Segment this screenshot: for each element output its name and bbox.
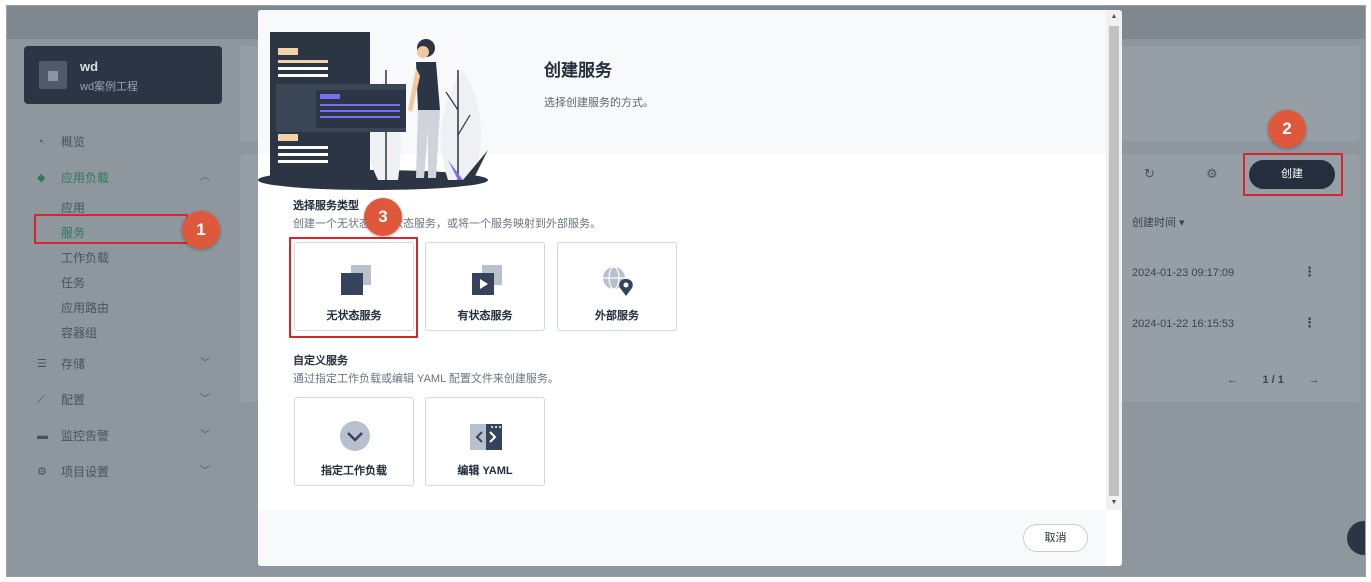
- prev-page-icon[interactable]: ←: [1227, 374, 1238, 386]
- card-label: 有状态服务: [457, 310, 513, 322]
- chevron-circle-icon: [340, 421, 370, 451]
- sidebar-nav: ◔ 概览 ◆ 应用负载 ︿ 应用 服务 工作负载 任务 应用路由 容器组 ☰ 存…: [24, 124, 222, 490]
- pagination[interactable]: ← 1 / 1 →: [1227, 374, 1319, 386]
- section-custom-desc: 通过指定工作负载或编辑 YAML 配置文件来创建服务。: [293, 373, 559, 385]
- highlight-box-create: [1243, 153, 1343, 196]
- chevron-up-icon: ︿: [200, 172, 210, 183]
- layers-icon: ◆: [37, 172, 46, 184]
- card-label: 指定工作负载: [321, 465, 387, 477]
- chevron-down-icon: ﹀: [200, 358, 210, 369]
- card-stateful-service[interactable]: 有状态服务: [425, 242, 545, 331]
- modal-header: 创建服务 选择创建服务的方式。: [258, 10, 1106, 190]
- sidebar-item-label: 监控告警: [61, 429, 110, 443]
- sidebar-item-label: 概览: [61, 135, 86, 149]
- scrollbar-thumb[interactable]: [1109, 26, 1119, 496]
- card-external-service[interactable]: 外部服务: [557, 242, 677, 331]
- chevron-down-icon: ﹀: [200, 466, 210, 477]
- database-icon: ☰: [37, 358, 47, 370]
- sidebar-item-workloads[interactable]: ◆ 应用负载 ︿: [24, 160, 222, 196]
- page-indicator: 1 / 1: [1262, 374, 1284, 386]
- section-service-type-desc: 创建一个无状态或有状态服务，或将一个服务映射到外部服务。: [293, 218, 601, 230]
- chevron-down-icon: ﹀: [200, 394, 210, 405]
- sidebar-subitem-jobs[interactable]: 任务: [24, 271, 222, 296]
- card-edit-yaml[interactable]: 编辑 YAML: [425, 397, 545, 486]
- modal-footer: 取消: [258, 510, 1106, 566]
- card-label: 编辑 YAML: [457, 465, 513, 477]
- sidebar-item-storage[interactable]: ☰ 存储 ﹀: [24, 346, 222, 382]
- monitor-icon: ▬: [37, 430, 48, 442]
- sidebar-item-project-settings[interactable]: ⚙ 项目设置 ﹀: [24, 454, 222, 490]
- screenshot-frame: wd wd案例工程 ◔ 概览 ◆ 应用负载 ︿ 应用 服务 工作负载 任务 应用…: [6, 5, 1366, 577]
- settings-icon: ⚙: [37, 466, 47, 478]
- modal-scrollbar[interactable]: ▲ ▼: [1106, 10, 1122, 510]
- row-created-time: 2024-01-23 09:17:09: [1132, 267, 1235, 279]
- row-more-menu-icon[interactable]: ⋮: [1303, 315, 1316, 331]
- header-illustration: [258, 32, 488, 190]
- section-service-type-title: 选择服务类型: [293, 200, 359, 212]
- project-description: wd案例工程: [80, 81, 139, 93]
- create-service-modal: 创建服务 选择创建服务的方式。 选择服务类型 创建一个无状态或有状态服务，或将一…: [258, 10, 1122, 566]
- row-created-time: 2024-01-22 16:15:53: [1132, 318, 1235, 330]
- sidebar-subitem-pods[interactable]: 容器组: [24, 321, 222, 346]
- refresh-icon[interactable]: ↻: [1144, 166, 1155, 182]
- column-header-created[interactable]: 创建时间 ▾: [1132, 214, 1185, 230]
- cancel-button[interactable]: 取消: [1023, 524, 1088, 552]
- sidebar-subitem-routes[interactable]: 应用路由: [24, 296, 222, 321]
- row-more-menu-icon[interactable]: ⋮: [1303, 264, 1316, 280]
- next-page-icon[interactable]: →: [1308, 374, 1319, 386]
- scroll-down-icon[interactable]: ▼: [1106, 496, 1122, 510]
- sidebar-item-label: 存储: [61, 357, 86, 371]
- modal-subtitle: 选择创建服务的方式。: [544, 97, 654, 109]
- section-custom-title: 自定义服务: [293, 355, 348, 367]
- sidebar-item-label: 项目设置: [61, 465, 110, 479]
- code-file-icon: [470, 424, 502, 450]
- gear-icon[interactable]: ⚙: [1206, 166, 1218, 182]
- sidebar-item-label: 应用负载: [61, 171, 110, 185]
- sidebar-item-overview[interactable]: ◔ 概览: [24, 124, 222, 160]
- step-marker-1: 1: [182, 211, 220, 249]
- highlight-box-services: [34, 214, 188, 244]
- project-logo-icon: [39, 61, 67, 89]
- scroll-up-icon[interactable]: ▲: [1106, 10, 1122, 24]
- sidebar-item-monitoring[interactable]: ▬ 监控告警 ﹀: [24, 418, 222, 454]
- step-marker-3: 3: [364, 198, 402, 236]
- project-name: wd: [80, 59, 99, 74]
- wrench-icon: ⟋: [37, 394, 45, 406]
- globe-pin-icon: [603, 266, 633, 296]
- highlight-box-stateless: [289, 237, 418, 338]
- chevron-down-icon: ﹀: [200, 430, 210, 441]
- dashboard-icon: ◔: [37, 136, 44, 148]
- sidebar-item-label: 配置: [61, 393, 86, 407]
- sidebar-subitem-workloads[interactable]: 工作负载: [24, 246, 222, 271]
- modal-title: 创建服务: [544, 61, 612, 80]
- card-specify-workload[interactable]: 指定工作负载: [294, 397, 414, 486]
- card-label: 外部服务: [595, 310, 639, 322]
- step-marker-2: 2: [1268, 110, 1306, 148]
- sidebar-item-config[interactable]: ⟋ 配置 ﹀: [24, 382, 222, 418]
- project-card[interactable]: wd wd案例工程: [24, 46, 222, 104]
- stateful-service-icon: [472, 265, 502, 295]
